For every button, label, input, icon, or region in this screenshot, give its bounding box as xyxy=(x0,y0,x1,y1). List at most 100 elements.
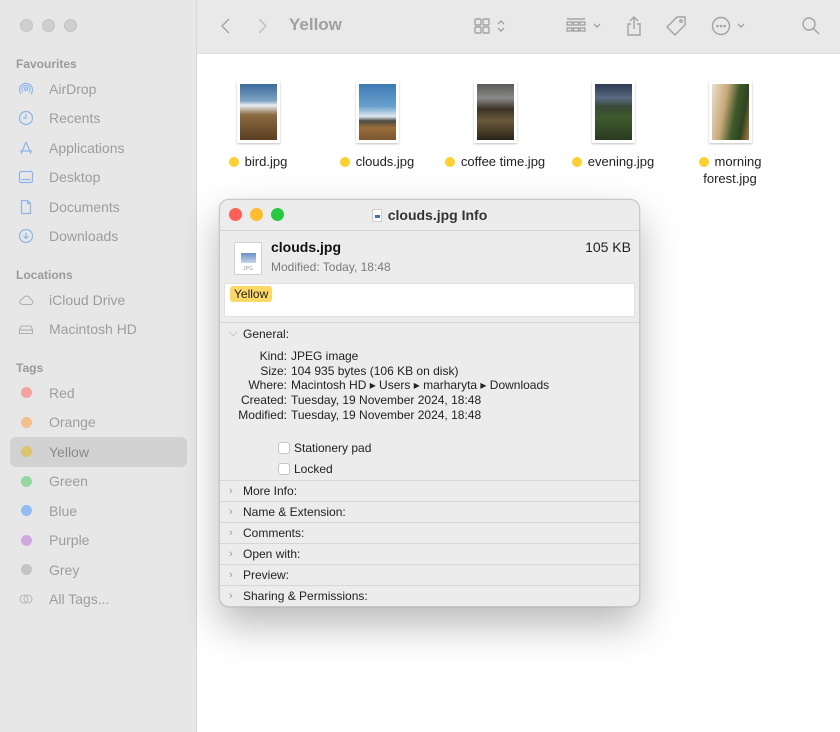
info-file-size: 105 KB xyxy=(585,239,631,255)
locations-section: Locations iCloud Drive Macintosh HD xyxy=(0,265,197,344)
tag-chip-yellow[interactable]: Yellow xyxy=(230,286,273,302)
sidebar-item-label: Orange xyxy=(49,414,96,431)
photo-thumbnail-icon xyxy=(711,84,749,140)
sidebar-item-red[interactable]: Red xyxy=(10,378,187,408)
detail-row-created: Created: Tuesday, 19 November 2024, 18:48 xyxy=(240,393,482,408)
section-sharing-permissions[interactable]: › Sharing & Permissions: xyxy=(220,585,639,606)
section-comments[interactable]: › Comments: xyxy=(220,522,639,543)
file-item[interactable]: clouds.jpg xyxy=(321,74,433,171)
sidebar-item-documents[interactable]: Documents xyxy=(10,192,187,222)
search-button[interactable] xyxy=(801,14,821,38)
sidebar-item-label: Green xyxy=(49,473,88,490)
sidebar-item-icloud-drive[interactable]: iCloud Drive xyxy=(10,285,187,315)
yellow-tag-icon xyxy=(228,157,239,167)
minimize-button[interactable] xyxy=(42,19,55,32)
sidebar-item-label: Purple xyxy=(49,532,90,549)
file-item[interactable]: coffee time.jpg xyxy=(439,74,551,171)
forward-icon xyxy=(258,18,267,34)
sidebar-item-desktop[interactable]: Desktop xyxy=(10,163,187,193)
locked-checkbox[interactable]: Locked xyxy=(278,459,639,480)
sidebar-item-downloads[interactable]: Downloads xyxy=(10,222,187,252)
photo-thumbnail-icon xyxy=(239,84,277,140)
window-controls xyxy=(20,19,77,32)
stationery-pad-checkbox[interactable]: Stationery pad xyxy=(278,438,639,459)
more-actions-button[interactable] xyxy=(711,14,747,38)
sidebar-item-all-tags[interactable]: All Tags... xyxy=(10,585,187,615)
file-name[interactable]: morning forest.jpg xyxy=(690,153,770,187)
sidebar-item-macintosh-hd[interactable]: Macintosh HD xyxy=(10,315,187,345)
sidebar-item-purple[interactable]: Purple xyxy=(10,526,187,556)
share-button[interactable] xyxy=(625,14,643,38)
group-icon xyxy=(566,18,586,32)
tags-field[interactable]: Yellow xyxy=(224,283,635,317)
general-details: Kind: JPEG image Size: 104 935 bytes (106 … xyxy=(220,349,639,423)
document-icon xyxy=(18,199,34,215)
tags-section: Tags Red Orange Yellow Green Blue Purple… xyxy=(0,358,197,614)
section-more-info[interactable]: › More Info: xyxy=(220,480,639,501)
detail-row-size: Size: 104 935 bytes (106 KB on disk) xyxy=(260,363,459,378)
sidebar-item-airdrop[interactable]: AirDrop xyxy=(10,74,187,104)
info-titlebar[interactable]: clouds.jpg Info xyxy=(220,200,639,231)
chevron-down-icon xyxy=(737,23,745,28)
photo-thumbnail-icon xyxy=(594,84,632,140)
tags-heading: Tags xyxy=(16,361,44,375)
jpg-file-icon xyxy=(371,209,382,222)
zoom-button[interactable] xyxy=(64,19,77,32)
sidebar-item-orange[interactable]: Orange xyxy=(10,408,187,438)
sidebar-item-applications[interactable]: Applications xyxy=(10,133,187,163)
sidebar-item-green[interactable]: Green xyxy=(10,467,187,497)
sidebar-item-recents[interactable]: Recents xyxy=(10,104,187,134)
sidebar-item-yellow[interactable]: Yellow xyxy=(10,437,187,467)
sidebar-item-grey[interactable]: Grey xyxy=(10,555,187,585)
back-button[interactable] xyxy=(219,14,233,38)
sidebar-item-label: Applications xyxy=(49,139,125,156)
chevron-down-icon xyxy=(593,23,601,28)
tag-dot-icon xyxy=(21,505,32,517)
file-item[interactable]: morning forest.jpg xyxy=(674,74,786,188)
info-file-name: clouds.jpg xyxy=(271,239,341,255)
file-thumbnail[interactable] xyxy=(339,74,415,150)
desktop-icon xyxy=(18,169,34,185)
file-thumbnail[interactable] xyxy=(692,74,768,150)
sidebar-item-label: Documents xyxy=(49,198,120,215)
view-mode-button[interactable] xyxy=(473,14,507,38)
photo-thumbnail-icon xyxy=(476,84,514,140)
clock-icon xyxy=(18,110,34,126)
checkbox[interactable] xyxy=(278,463,290,476)
file-item[interactable]: bird.jpg xyxy=(202,74,314,171)
file-thumbnail[interactable] xyxy=(575,74,651,150)
tag-dot-icon xyxy=(21,387,32,399)
file-thumbnail[interactable] xyxy=(457,74,533,150)
detail-row-kind: Kind: JPEG image xyxy=(259,349,359,363)
general-section-label: General: xyxy=(243,326,290,341)
file-name[interactable]: clouds.jpg xyxy=(336,153,419,170)
close-button[interactable] xyxy=(20,19,33,32)
sidebar-item-label: AirDrop xyxy=(49,80,97,97)
locations-heading: Locations xyxy=(16,268,73,282)
group-button[interactable] xyxy=(565,14,603,38)
sidebar-item-blue[interactable]: Blue xyxy=(10,496,187,526)
checkbox[interactable] xyxy=(278,442,290,455)
info-window-title: clouds.jpg Info xyxy=(220,207,639,223)
file-name[interactable]: bird.jpg xyxy=(225,153,292,170)
info-header: JPG clouds.jpg Modified: Today, 18:48 10… xyxy=(220,231,639,283)
file-item[interactable]: evening.jpg xyxy=(557,74,669,171)
file-name[interactable]: evening.jpg xyxy=(568,153,659,170)
sidebar-item-label: Blue xyxy=(49,502,78,519)
file-thumbnail[interactable] xyxy=(220,74,296,150)
yellow-tag-icon xyxy=(339,157,350,167)
file-name[interactable]: coffee time.jpg xyxy=(441,153,549,170)
chevron-right-icon: › xyxy=(229,506,233,518)
general-section-toggle[interactable]: ⌵ General: xyxy=(220,323,639,344)
section-preview[interactable]: › Preview: xyxy=(220,564,639,585)
section-name-extension[interactable]: › Name & Extension: xyxy=(220,501,639,522)
forward-button[interactable] xyxy=(255,14,269,38)
disk-icon xyxy=(18,321,34,337)
cloud-icon xyxy=(18,292,34,308)
chevron-updown-icon xyxy=(497,20,505,32)
section-open-with[interactable]: › Open with: xyxy=(220,543,639,564)
tag-button[interactable] xyxy=(665,14,687,38)
chevron-right-icon: › xyxy=(229,485,233,497)
sidebar-item-label: Recents xyxy=(49,110,101,127)
back-icon xyxy=(221,18,230,34)
